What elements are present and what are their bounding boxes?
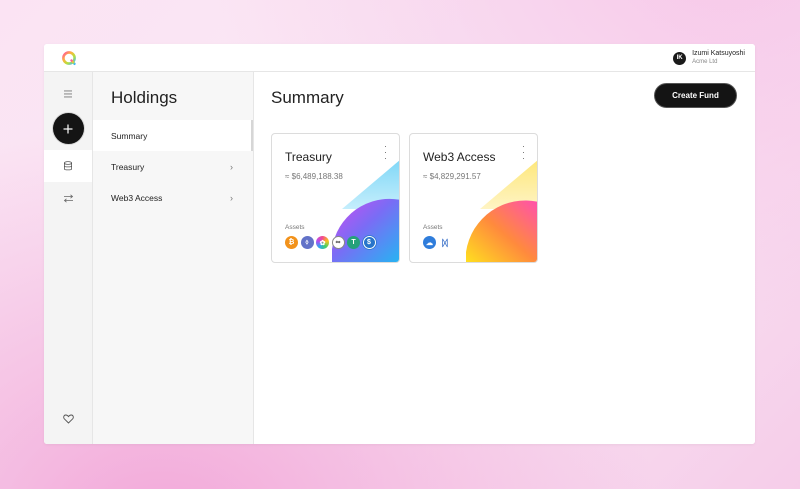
more-options-icon[interactable]: · · · [522, 142, 525, 163]
asset-list: ☁ ᛞ [423, 236, 454, 249]
holdings-nav: Holdings Summary Treasury › Web3 Access … [93, 72, 254, 444]
pinwheel-token-icon: ✿ [316, 236, 329, 249]
app-window: IK Izumi Katsuyoshi Acme Ltd Holdings Su… [44, 44, 755, 444]
chain-link-token-icon: ∞ [331, 236, 345, 249]
nav-item-label: Treasury [111, 161, 145, 172]
holdings-nav-button[interactable] [44, 150, 92, 182]
heart-icon [62, 414, 74, 424]
tether-icon: T [347, 236, 360, 249]
database-icon [64, 161, 72, 171]
user-menu[interactable]: IK Izumi Katsuyoshi Acme Ltd [673, 50, 745, 66]
menu-button[interactable] [44, 84, 92, 104]
bitcoin-icon: ₿ [285, 236, 298, 249]
nav-item-summary[interactable]: Summary [93, 120, 253, 151]
chevron-right-icon: › [230, 192, 233, 203]
card-title: Web3 Access [423, 150, 496, 164]
assets-label: Assets [423, 224, 443, 231]
asset-list: ₿ ⬨ ✿ ∞ T $ [285, 236, 378, 249]
nav-title: Holdings [111, 88, 178, 107]
plus-icon [63, 124, 73, 133]
user-name: Izumi Katsuyoshi [692, 50, 745, 57]
fund-card-web3-access[interactable]: Web3 Access ≈ $4,829,291.57 · · · Assets ☁… [409, 133, 538, 263]
hamburger-icon [64, 90, 72, 98]
nav-item-label: Summary [111, 130, 148, 141]
card-value: ≈ $6,489,188.38 [285, 172, 343, 181]
top-bar: IK Izumi Katsuyoshi Acme Ltd [44, 44, 755, 72]
nav-item-label: Web3 Access [111, 192, 163, 203]
create-fund-button[interactable]: Create Fund [654, 83, 737, 108]
icon-rail [44, 72, 93, 444]
favorites-button[interactable] [44, 409, 92, 429]
nav-item-treasury[interactable]: Treasury › [93, 151, 253, 182]
assets-label: Assets [285, 224, 305, 231]
add-button[interactable] [52, 113, 84, 144]
avatar: IK [673, 51, 687, 65]
card-title: Treasury [285, 150, 332, 164]
fund-card-treasury[interactable]: Treasury ≈ $6,489,188.38 · · · Assets ₿ ⬨ … [271, 133, 400, 263]
chevron-right-icon: › [230, 161, 233, 172]
transfers-nav-button[interactable] [44, 188, 92, 208]
more-options-icon[interactable]: · · · [384, 142, 387, 163]
page-title: Summary [271, 88, 344, 107]
nav-item-web3-access[interactable]: Web3 Access › [93, 182, 253, 213]
usd-coin-icon: $ [362, 236, 376, 249]
main-content: Summary Create Fund Treasury ≈ $6,489,18… [254, 72, 755, 444]
butterfly-token-icon: ᛞ [438, 236, 452, 249]
card-value: ≈ $4,829,291.57 [423, 172, 481, 181]
swap-arrows-icon [63, 193, 73, 203]
app-logo-icon[interactable] [61, 50, 77, 66]
user-org: Acme Ltd [692, 59, 718, 65]
cloud-token-icon: ☁ [423, 236, 436, 249]
ethereum-icon: ⬨ [300, 236, 314, 249]
